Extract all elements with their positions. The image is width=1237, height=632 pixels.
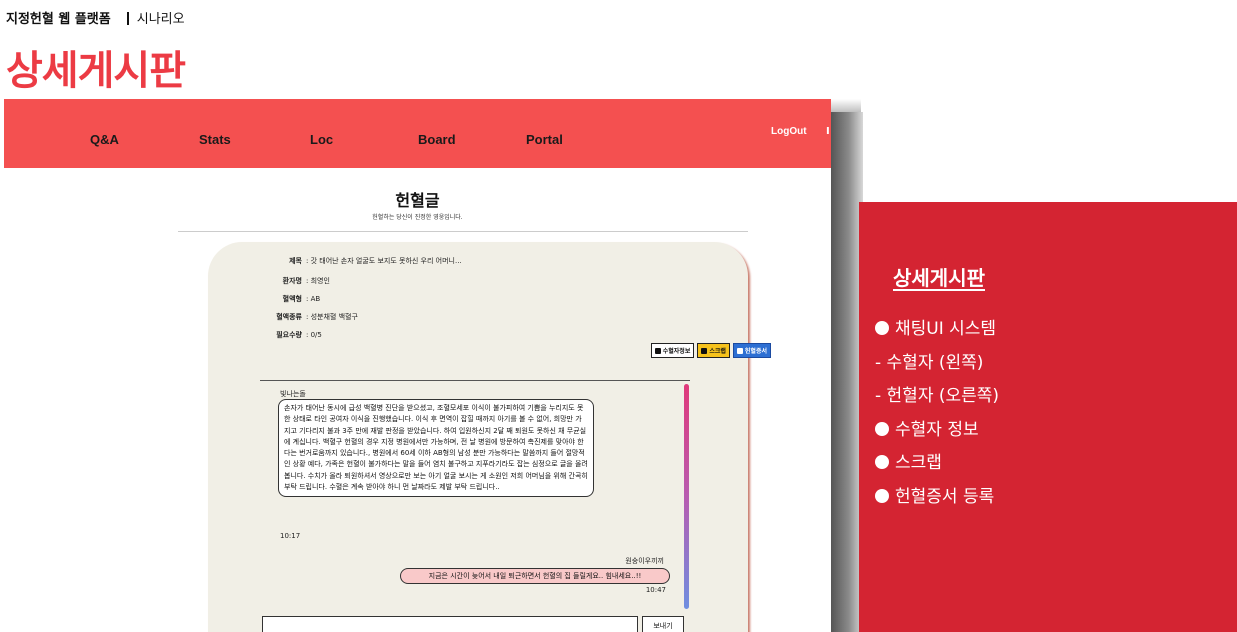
- post-action-buttons: 수혈자정보 스크랩 헌혈증서: [650, 343, 771, 358]
- page-title: 상세게시판: [6, 48, 186, 94]
- donor-message-bubble: 지금은 시간이 늦어서 내일 퇴근하면서 헌혈의 집 들릴게요.. 힘내세요..…: [400, 568, 670, 584]
- section-subtitle: 헌혈하는 당신이 진정한 영웅입니다.: [372, 214, 463, 221]
- field-quantity: 필요수량: 0/5: [262, 330, 322, 340]
- nav-item-qa[interactable]: Q&A: [90, 132, 119, 147]
- field-label: 제목: [289, 257, 302, 265]
- bullet-icon: [875, 488, 889, 503]
- chat-scrollbar[interactable]: [684, 384, 689, 609]
- caption-separator: [126, 12, 129, 25]
- feature-item: 수혈자 정보: [875, 414, 999, 448]
- field-label: 환자명: [282, 277, 302, 285]
- message-input[interactable]: [262, 616, 638, 632]
- field-patient: 환자명: 최영인: [262, 276, 330, 286]
- field-value: 최영인: [310, 277, 330, 285]
- left-message-time: 10:17: [280, 532, 301, 540]
- description-panel: 상세게시판 채팅UI 시스템 - 수혈자 (왼쪽) - 헌혈자 (오른쪽) 수혈…: [859, 202, 1237, 632]
- bullet-icon: [875, 321, 889, 335]
- field-label: 혈액종류: [276, 313, 302, 321]
- section-divider: [178, 231, 748, 232]
- navbar: Q&A Stats Loc Board Portal LogOut I: [4, 99, 831, 168]
- project-name: 지정헌혈 웹 플랫폼: [6, 12, 111, 27]
- feature-text: 헌혈증서 등록: [895, 486, 995, 507]
- feature-subitem: - 헌혈자 (오른쪽): [875, 380, 999, 414]
- field-value: AB: [310, 295, 321, 303]
- scrap-label: 스크랩: [709, 348, 726, 355]
- scrap-button[interactable]: 스크랩: [697, 343, 730, 358]
- right-sender-name: 원숭이우끼끼: [625, 557, 664, 565]
- nav-item-stats[interactable]: Stats: [199, 132, 231, 147]
- browser-screenshot: Q&A Stats Loc Board Portal LogOut I 헌혈글 …: [4, 99, 831, 632]
- recipient-info-button[interactable]: 수혈자정보: [650, 343, 695, 358]
- field-value: 0/5: [310, 331, 322, 339]
- nav-item-loc[interactable]: Loc: [310, 132, 333, 147]
- feature-text: - 수혈자 (왼쪽): [875, 352, 984, 373]
- feature-text: 수혈자 정보: [895, 419, 979, 440]
- bullet-icon: [875, 455, 889, 469]
- nav-item-board[interactable]: Board: [418, 132, 456, 147]
- person-icon: [654, 347, 661, 354]
- field-value: 성분채혈 백혈구: [310, 313, 358, 321]
- feature-item: 헌혈증서 등록: [875, 481, 999, 515]
- certificate-icon: [736, 347, 743, 354]
- field-title: 제목: 갓 태어난 손자 얼굴도 보지도 못하신 우리 어머니...: [262, 256, 462, 266]
- recipient-info-label: 수혈자정보: [662, 348, 691, 355]
- bullet-icon: [875, 421, 889, 436]
- feature-subitem: - 수혈자 (왼쪽): [875, 347, 999, 381]
- bookmark-icon: [701, 347, 708, 354]
- caption-subtitle: 시나리오: [136, 12, 185, 27]
- screenshot-shadow-top: [831, 99, 861, 113]
- right-message-time: 10:47: [645, 586, 666, 594]
- feature-text: 스크랩: [895, 453, 942, 473]
- field-value: 갓 태어난 손자 얼굴도 보지도 못하신 우리 어머니...: [310, 257, 462, 265]
- chat-divider: [260, 380, 690, 381]
- left-sender-name: 빛나는돌: [280, 390, 306, 398]
- feature-item: 스크랩: [875, 447, 999, 481]
- top-caption: 지정헌혈 웹 플랫폼 시나리오: [6, 8, 185, 27]
- feature-item: 채팅UI 시스템: [875, 313, 999, 347]
- nav-edge-item[interactable]: I: [826, 126, 830, 137]
- field-label: 혈액형: [282, 295, 302, 303]
- feature-list: 채팅UI 시스템 - 수혈자 (왼쪽) - 헌혈자 (오른쪽) 수혈자 정보 스…: [875, 313, 999, 514]
- logout-link[interactable]: LogOut: [771, 126, 807, 137]
- field-bloodtype: 혈액형: AB: [262, 294, 321, 304]
- feature-text: - 헌혈자 (오른쪽): [875, 386, 1000, 406]
- certificate-button[interactable]: 헌혈증서: [732, 343, 771, 358]
- field-bloodkind: 혈액종류: 성분채혈 백혈구: [262, 312, 358, 322]
- certificate-label: 헌혈증서: [744, 348, 767, 355]
- recipient-message-bubble: 손자가 태어난 동시에 급성 백혈병 진단을 받으셨고, 조혈모세포 이식이 불…: [278, 399, 594, 498]
- nav-item-portal[interactable]: Portal: [526, 132, 563, 147]
- panel-title: 상세게시판: [893, 266, 985, 290]
- field-label: 필요수량: [276, 331, 302, 339]
- feature-text: 채팅UI 시스템: [895, 319, 997, 339]
- send-button[interactable]: 보내기: [642, 616, 684, 632]
- section-title: 헌혈글: [395, 191, 440, 210]
